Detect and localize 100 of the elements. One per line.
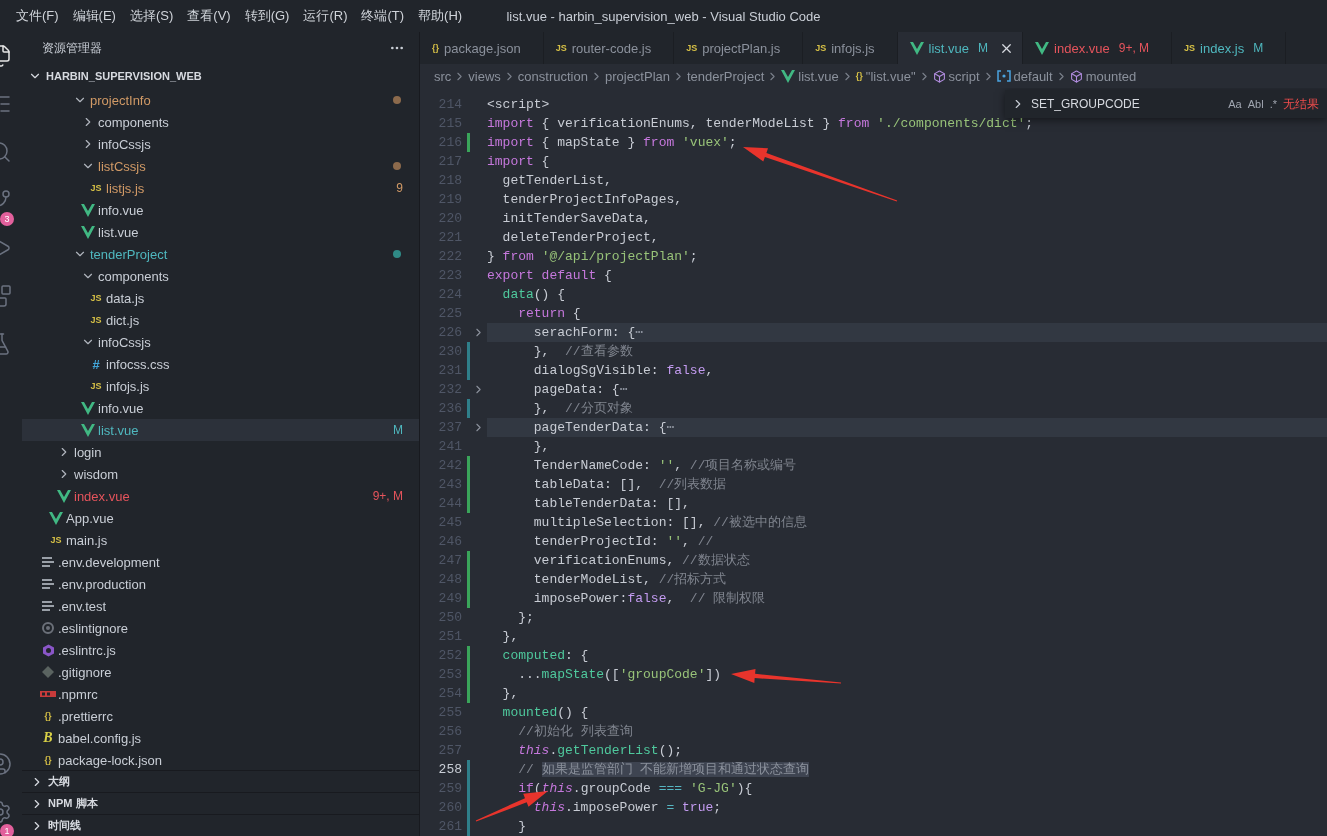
menu-item[interactable]: 文件(F) — [9, 7, 66, 25]
panel-header[interactable]: NPM 脚本 — [22, 792, 419, 814]
file-item[interactable]: {} .prettierrc — [22, 705, 419, 727]
breadcrumb-item[interactable]: default — [996, 68, 1053, 84]
file-item[interactable]: .eslintignore — [22, 617, 419, 639]
vue-icon — [81, 203, 95, 217]
file-item[interactable]: App.vue — [22, 507, 419, 529]
code-line: ...mapState(['groupCode']) — [487, 665, 722, 684]
folder-item[interactable]: infoCssjs — [22, 331, 419, 353]
code-line: this.getTenderList(); — [517, 742, 683, 760]
cube-icon — [1069, 69, 1083, 83]
circle-icon — [42, 622, 54, 634]
file-item[interactable]: .npmrc — [22, 683, 419, 705]
vue-icon — [57, 489, 71, 503]
menu-item[interactable]: 终端(T) — [354, 7, 412, 25]
project-header[interactable]: HARBIN_SUPERVISION_WEB — [22, 64, 419, 88]
code-line: }, //查看参数 — [532, 343, 633, 361]
hash-icon: # — [92, 356, 100, 372]
breadcrumb-item[interactable]: views — [468, 68, 501, 84]
file-item[interactable]: JS listjs.js 9 — [22, 177, 419, 199]
file-item[interactable]: .env.test — [22, 595, 419, 617]
babel-icon: B — [43, 730, 53, 746]
file-item[interactable]: info.vue — [22, 397, 419, 419]
js-icon: JS — [1184, 43, 1196, 53]
file-item[interactable]: JS dict.js — [22, 309, 419, 331]
count-badge: 1 — [0, 824, 14, 836]
breadcrumb-item[interactable]: script — [932, 68, 980, 84]
js-icon: JS — [90, 293, 102, 303]
folder-item[interactable]: projectInfo — [22, 89, 419, 111]
file-item[interactable]: .env.development — [22, 551, 419, 573]
code-line: multipleSelection: [], //被选中的信息 — [532, 514, 807, 532]
option-toggle[interactable]: .* — [1269, 98, 1277, 110]
count-badge: 3 — [0, 212, 14, 226]
file-item[interactable]: list.vue M — [22, 419, 419, 441]
menu-item[interactable]: 选择(S) — [122, 7, 181, 25]
js-icon: JS — [90, 381, 102, 391]
code-line: deleteTenderProject, — [501, 229, 659, 247]
breadcrumb-item[interactable]: src — [434, 68, 452, 84]
folder-item[interactable]: components — [22, 265, 419, 287]
folder-item[interactable]: components — [22, 111, 419, 133]
file-item[interactable]: .gitignore — [22, 661, 419, 683]
lines-icon — [42, 557, 54, 567]
breadcrumb-item[interactable]: mounted — [1069, 68, 1137, 84]
folder-item[interactable]: tenderProject — [22, 243, 419, 265]
file-item[interactable]: .env.production — [22, 573, 419, 595]
vue-icon — [49, 511, 63, 525]
braces-icon: {} — [44, 755, 52, 765]
file-item[interactable]: # infocss.css — [22, 353, 419, 375]
breadcrumb-item[interactable]: list.vue — [781, 68, 839, 84]
code-line: mounted() { — [501, 704, 589, 722]
panel-header[interactable]: 时间线 — [22, 814, 419, 836]
vue-icon — [909, 41, 924, 55]
js-icon: JS — [90, 315, 102, 325]
vue-icon — [81, 225, 95, 239]
menu-item[interactable]: 编辑(E) — [65, 7, 123, 25]
code-line: } — [517, 818, 526, 836]
code-line: verificationEnums, //数据状态 — [532, 552, 750, 570]
file-item[interactable]: JS data.js — [22, 287, 419, 309]
option-toggle[interactable]: Abl — [1247, 98, 1264, 110]
file-item[interactable]: JS main.js — [22, 529, 419, 551]
code-line: }, — [501, 628, 519, 646]
file-item[interactable]: JS infojs.js — [22, 375, 419, 397]
breadcrumb-item[interactable]: {} "list.vue" — [855, 68, 916, 84]
folder-item[interactable]: listCssjs — [22, 155, 419, 177]
js-icon: JS — [555, 43, 567, 53]
find-input[interactable]: SET_GROUPCODE — [1031, 97, 1223, 111]
panel-header[interactable]: 大纲 — [22, 770, 419, 792]
folder-item[interactable]: infoCssjs — [22, 133, 419, 155]
code-line: }, — [501, 685, 519, 703]
file-item[interactable]: {} package-lock.json — [22, 749, 419, 770]
diamond-icon — [42, 666, 54, 678]
editor-tab[interactable]: list.vue M — [897, 32, 1024, 64]
file-item[interactable]: index.vue 9+, M — [22, 485, 419, 507]
code-line: tableTenderData: [], — [532, 495, 690, 513]
sidebar-title: 资源管理器 — [42, 39, 102, 57]
vue-icon — [781, 69, 796, 83]
menu-item[interactable]: 转到(G) — [237, 7, 297, 25]
file-item[interactable]: list.vue — [22, 221, 419, 243]
menu-item[interactable]: 查看(V) — [180, 7, 238, 25]
code-line: tenderProjectInfoPages, — [501, 191, 683, 209]
braces-icon: {} — [855, 71, 863, 81]
menu-item[interactable]: 运行(R) — [296, 7, 355, 25]
code-line: dialogSgVisible: false, — [532, 362, 714, 380]
breadcrumb-item[interactable]: construction — [517, 68, 588, 84]
code-line: initTenderSaveData, — [501, 210, 651, 228]
file-item[interactable]: B babel.config.js — [22, 727, 419, 749]
folder-item[interactable]: wisdom — [22, 463, 419, 485]
menu-item[interactable]: 帮助(H) — [411, 7, 470, 25]
file-item[interactable]: .eslintrc.js — [22, 639, 419, 661]
breadcrumb-item[interactable]: tenderProject — [687, 68, 765, 84]
folder-item[interactable]: login — [22, 441, 419, 463]
file-item[interactable]: info.vue — [22, 199, 419, 221]
status-label: 9+, M — [1118, 41, 1150, 55]
code-line: tenderProjectId: '', // — [532, 533, 714, 551]
breadcrumb-item[interactable]: projectPlan — [604, 68, 670, 84]
option-toggle[interactable]: Aa — [1228, 98, 1242, 110]
lines-icon — [42, 579, 54, 589]
code-line: getTenderList, — [501, 172, 612, 190]
vue-icon — [81, 423, 95, 437]
code-line: }, //分页对象 — [532, 400, 633, 418]
